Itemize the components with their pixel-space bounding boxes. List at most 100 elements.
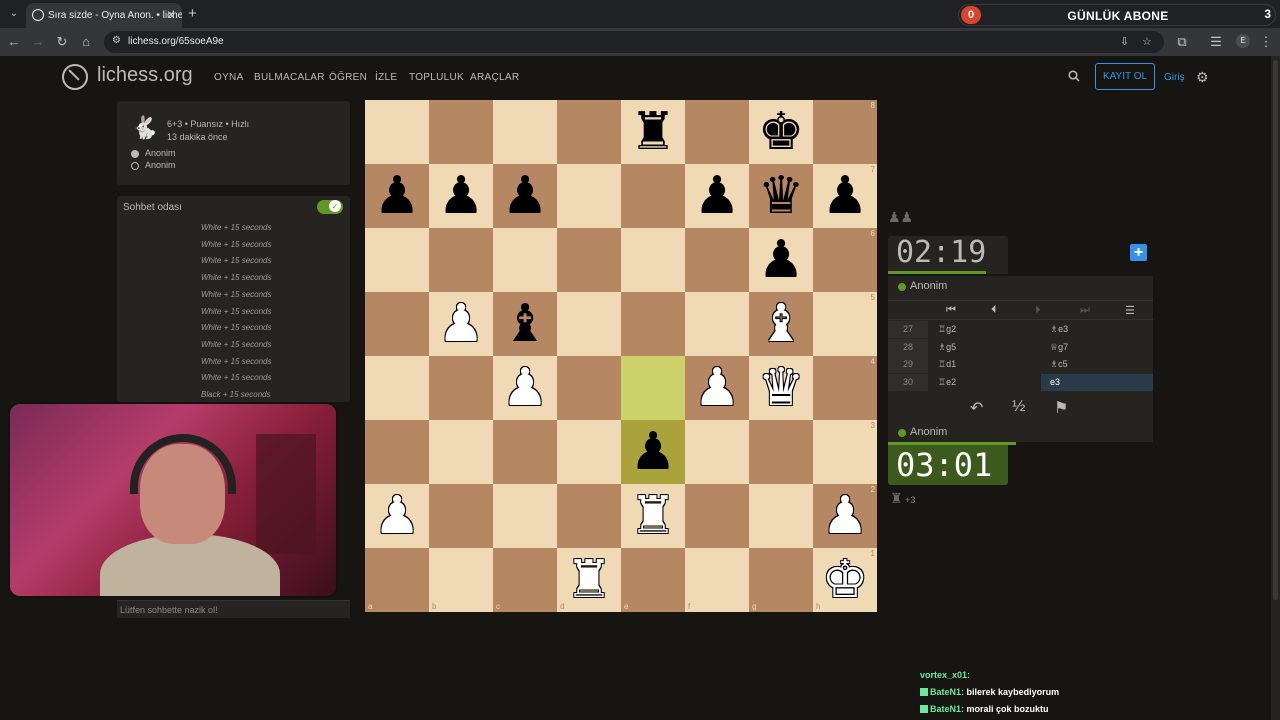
nav-community[interactable]: TOPLULUK [409,72,464,83]
site-logo[interactable]: lichess.org [97,64,193,87]
nav-learn[interactable]: ÖĞREN [329,72,367,83]
square-a1[interactable]: a [365,548,429,612]
signup-button[interactable]: KAYIT OL [1095,63,1155,90]
square-f2[interactable] [685,484,749,548]
back-icon[interactable]: ← [6,34,22,49]
square-b5[interactable]: ♟ [429,292,493,356]
square-e6[interactable] [621,228,685,292]
first-move-icon[interactable]: ⏮ [946,304,956,317]
square-e8[interactable]: ♜ [621,100,685,164]
black-pawn-icon[interactable]: ♟ [822,170,869,222]
white-move[interactable]: ♖d1 [938,359,956,370]
white-move[interactable]: ♖e2 [938,377,956,388]
reading-list-icon[interactable]: ☰ [1208,34,1224,50]
white-pawn-icon[interactable]: ♟ [694,362,741,414]
page-scrollbar-thumb[interactable] [1273,60,1278,600]
black-pawn-icon[interactable]: ♟ [630,426,677,478]
square-h3[interactable]: 3 [813,420,877,484]
square-c3[interactable] [493,420,557,484]
settings-gear-icon[interactable]: ⚙ [1196,69,1209,86]
white-move[interactable]: ♖g2 [938,324,956,335]
white-pawn-icon[interactable]: ♟ [374,490,421,542]
nav-watch[interactable]: İZLE [375,72,397,83]
square-f5[interactable] [685,292,749,356]
offer-draw-button[interactable]: ½ [1012,398,1025,416]
square-a6[interactable] [365,228,429,292]
chat-toggle[interactable] [317,200,343,214]
square-b7[interactable]: ♟ [429,164,493,228]
square-h1[interactable]: ♚ 1 h [813,548,877,612]
extensions-icon[interactable]: ⧉ [1174,34,1190,50]
profile-avatar[interactable]: E [1236,34,1250,48]
square-g1[interactable]: g [749,548,813,612]
square-g7[interactable]: ♛ [749,164,813,228]
tab-search-icon[interactable]: ⌄ [6,6,22,22]
white-player-name[interactable]: Anonim [145,148,176,158]
square-c7[interactable]: ♟ [493,164,557,228]
square-d4[interactable] [557,356,621,420]
white-rook-icon[interactable]: ♜ [566,554,613,606]
square-b8[interactable] [429,100,493,164]
square-b6[interactable] [429,228,493,292]
square-c6[interactable] [493,228,557,292]
nav-puzzles[interactable]: BULMACALAR [254,72,325,83]
chess-board[interactable]: ♜ ♚ 8 ♟ ♟ ♟ ♟ ♛ ♟ 7 ♟ 6 ♟ ♝ ♝ 5 ♟ ♟ ♛ 4 ♟ 3 ♟ ♜ ♟ 2 a b c ♜ d e f g ♚ 1 h [365,100,877,612]
white-queen-icon[interactable]: ♛ [758,362,805,414]
square-g4[interactable]: ♛ [749,356,813,420]
square-c1[interactable]: c [493,548,557,612]
white-pawn-icon[interactable]: ♟ [502,362,549,414]
square-e3[interactable]: ♟ [621,420,685,484]
tab-close-icon[interactable]: ✕ [166,3,176,28]
add-time-button[interactable]: + [1130,244,1147,261]
forward-icon[interactable]: → [30,34,46,49]
square-e5[interactable] [621,292,685,356]
black-move[interactable]: e3 [1041,373,1153,391]
black-move[interactable]: ♗c5 [1050,359,1068,370]
square-a8[interactable] [365,100,429,164]
square-h6[interactable]: 6 [813,228,877,292]
install-icon[interactable]: ⇩ [1120,35,1129,48]
square-b3[interactable] [429,420,493,484]
square-e7[interactable] [621,164,685,228]
prev-move-icon[interactable]: ⏴ [991,304,997,317]
square-f7[interactable]: ♟ [685,164,749,228]
browser-tab[interactable]: Sıra sizde - Oyna Anon. • liches ✕ [26,3,182,28]
black-rook-icon[interactable]: ♜ [630,106,677,158]
square-f4[interactable]: ♟ [685,356,749,420]
white-king-icon[interactable]: ♚ [822,554,869,606]
square-d2[interactable] [557,484,621,548]
black-king-icon[interactable]: ♚ [758,106,805,158]
site-info-icon[interactable]: ⚙ [112,35,121,46]
square-d6[interactable] [557,228,621,292]
home-icon[interactable]: ⌂ [78,34,94,49]
white-pawn-icon[interactable]: ♟ [438,298,485,350]
square-a7[interactable]: ♟ [365,164,429,228]
chat-input[interactable]: Lütfen sohbette nazik ol! [117,600,350,618]
white-pawn-icon[interactable]: ♟ [822,490,869,542]
square-a4[interactable] [365,356,429,420]
takeback-button[interactable]: ↶ [970,398,983,418]
black-move[interactable]: ♕g7 [1050,342,1068,353]
bookmark-star-icon[interactable]: ☆ [1142,35,1152,48]
square-d3[interactable] [557,420,621,484]
square-h8[interactable]: 8 [813,100,877,164]
square-c8[interactable] [493,100,557,164]
last-move-icon[interactable]: ⏭ [1080,304,1090,317]
player-name[interactable]: Anonim [898,426,947,438]
black-pawn-icon[interactable]: ♟ [502,170,549,222]
square-e4[interactable] [621,356,685,420]
black-player-name[interactable]: Anonim [145,160,176,170]
browser-menu-icon[interactable]: ⋮ [1258,34,1274,50]
square-f8[interactable] [685,100,749,164]
square-c2[interactable] [493,484,557,548]
square-a2[interactable]: ♟ [365,484,429,548]
square-e2[interactable]: ♜ [621,484,685,548]
login-link[interactable]: Giriş [1164,72,1185,83]
square-e1[interactable]: e [621,548,685,612]
next-move-icon[interactable]: ⏵ [1035,304,1041,317]
nav-play[interactable]: OYNA [214,72,244,83]
black-pawn-icon[interactable]: ♟ [694,170,741,222]
square-d8[interactable] [557,100,621,164]
square-h7[interactable]: ♟ 7 [813,164,877,228]
square-c4[interactable]: ♟ [493,356,557,420]
